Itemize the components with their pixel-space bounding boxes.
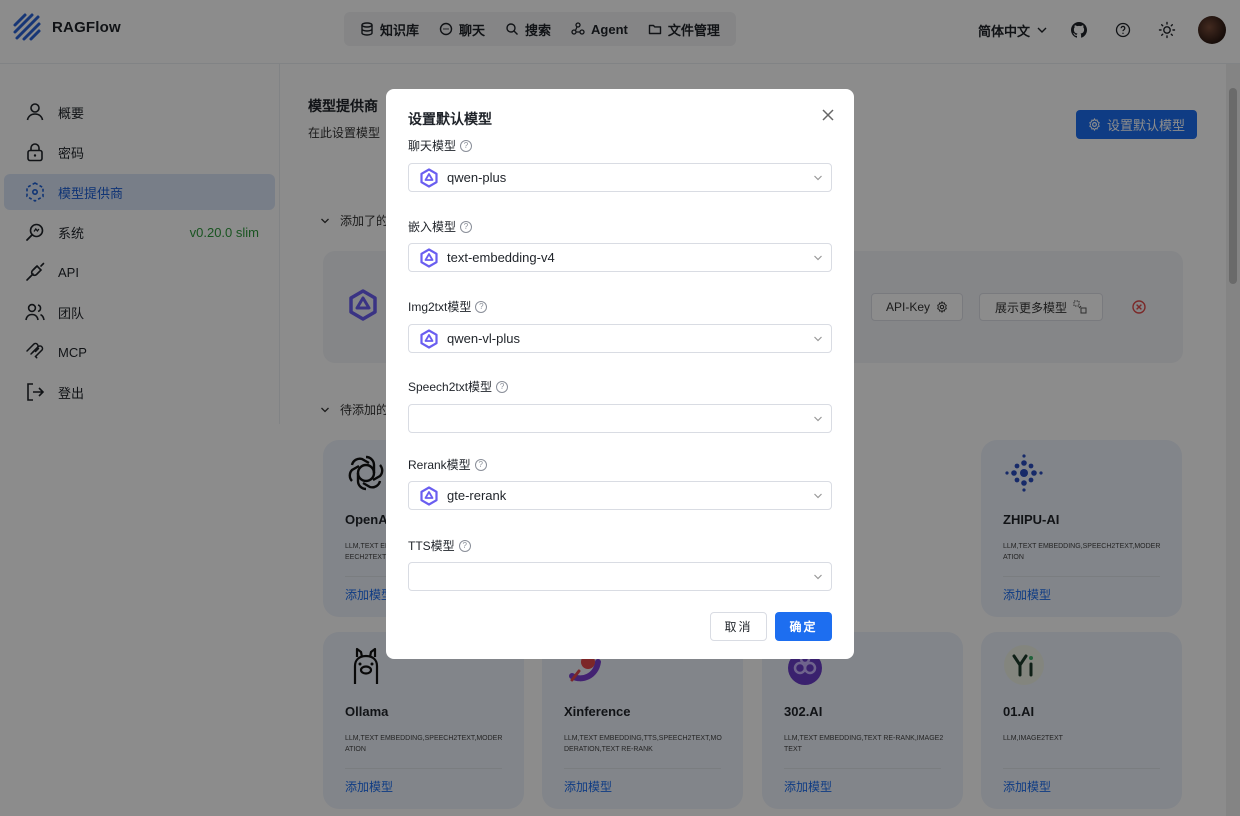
cancel-button[interactable]: 取消 xyxy=(710,612,767,641)
rerank-model-label: Rerank模型 ? xyxy=(408,456,487,473)
chevron-down-icon xyxy=(814,493,822,499)
chevron-down-icon xyxy=(814,336,822,342)
chevron-down-icon xyxy=(814,175,822,181)
help-icon[interactable]: ? xyxy=(474,458,487,471)
speech2txt-model-label: Speech2txt模型 ? xyxy=(408,378,509,395)
embedding-model-select[interactable]: text-embedding-v4 xyxy=(408,243,832,272)
help-icon[interactable]: ? xyxy=(475,300,488,313)
field-label-text: 嵌入模型 xyxy=(408,220,457,234)
dialog-title: 设置默认模型 xyxy=(408,111,492,127)
tts-model-select[interactable] xyxy=(408,562,832,591)
embedding-model-label: 嵌入模型 ? xyxy=(408,218,473,235)
chevron-down-icon xyxy=(814,255,822,261)
select-value: text-embedding-v4 xyxy=(447,250,555,265)
help-icon[interactable]: ? xyxy=(496,380,509,393)
help-icon[interactable]: ? xyxy=(460,139,473,152)
img2txt-model-label: Img2txt模型 ? xyxy=(408,298,488,315)
close-icon[interactable] xyxy=(820,107,836,123)
field-label-text: 聊天模型 xyxy=(408,139,457,153)
select-value: qwen-plus xyxy=(447,170,507,185)
chevron-down-icon xyxy=(814,416,822,422)
field-label-text: TTS模型 xyxy=(408,539,455,553)
tts-model-label: TTS模型 ? xyxy=(408,537,471,554)
chevron-down-icon xyxy=(814,574,822,580)
select-value: gte-rerank xyxy=(447,488,507,503)
help-icon[interactable]: ? xyxy=(458,539,471,552)
chat-model-label: 聊天模型 ? xyxy=(408,137,473,154)
qwen-logo-icon xyxy=(420,328,438,349)
qwen-logo-icon xyxy=(420,167,438,188)
default-model-dialog: 设置默认模型 聊天模型 ? qwen-plus 嵌入模型 ? text-embe… xyxy=(386,89,854,659)
field-label-text: Rerank模型 xyxy=(408,458,471,472)
img2txt-model-select[interactable]: qwen-vl-plus xyxy=(408,324,832,353)
select-value: qwen-vl-plus xyxy=(447,331,520,346)
speech2txt-model-select[interactable] xyxy=(408,404,832,433)
field-label-text: Img2txt模型 xyxy=(408,300,472,314)
confirm-button[interactable]: 确定 xyxy=(775,612,832,641)
qwen-logo-icon xyxy=(420,485,438,506)
field-label-text: Speech2txt模型 xyxy=(408,380,493,394)
qwen-logo-icon xyxy=(420,247,438,268)
help-icon[interactable]: ? xyxy=(460,220,473,233)
rerank-model-select[interactable]: gte-rerank xyxy=(408,481,832,510)
chat-model-select[interactable]: qwen-plus xyxy=(408,163,832,192)
